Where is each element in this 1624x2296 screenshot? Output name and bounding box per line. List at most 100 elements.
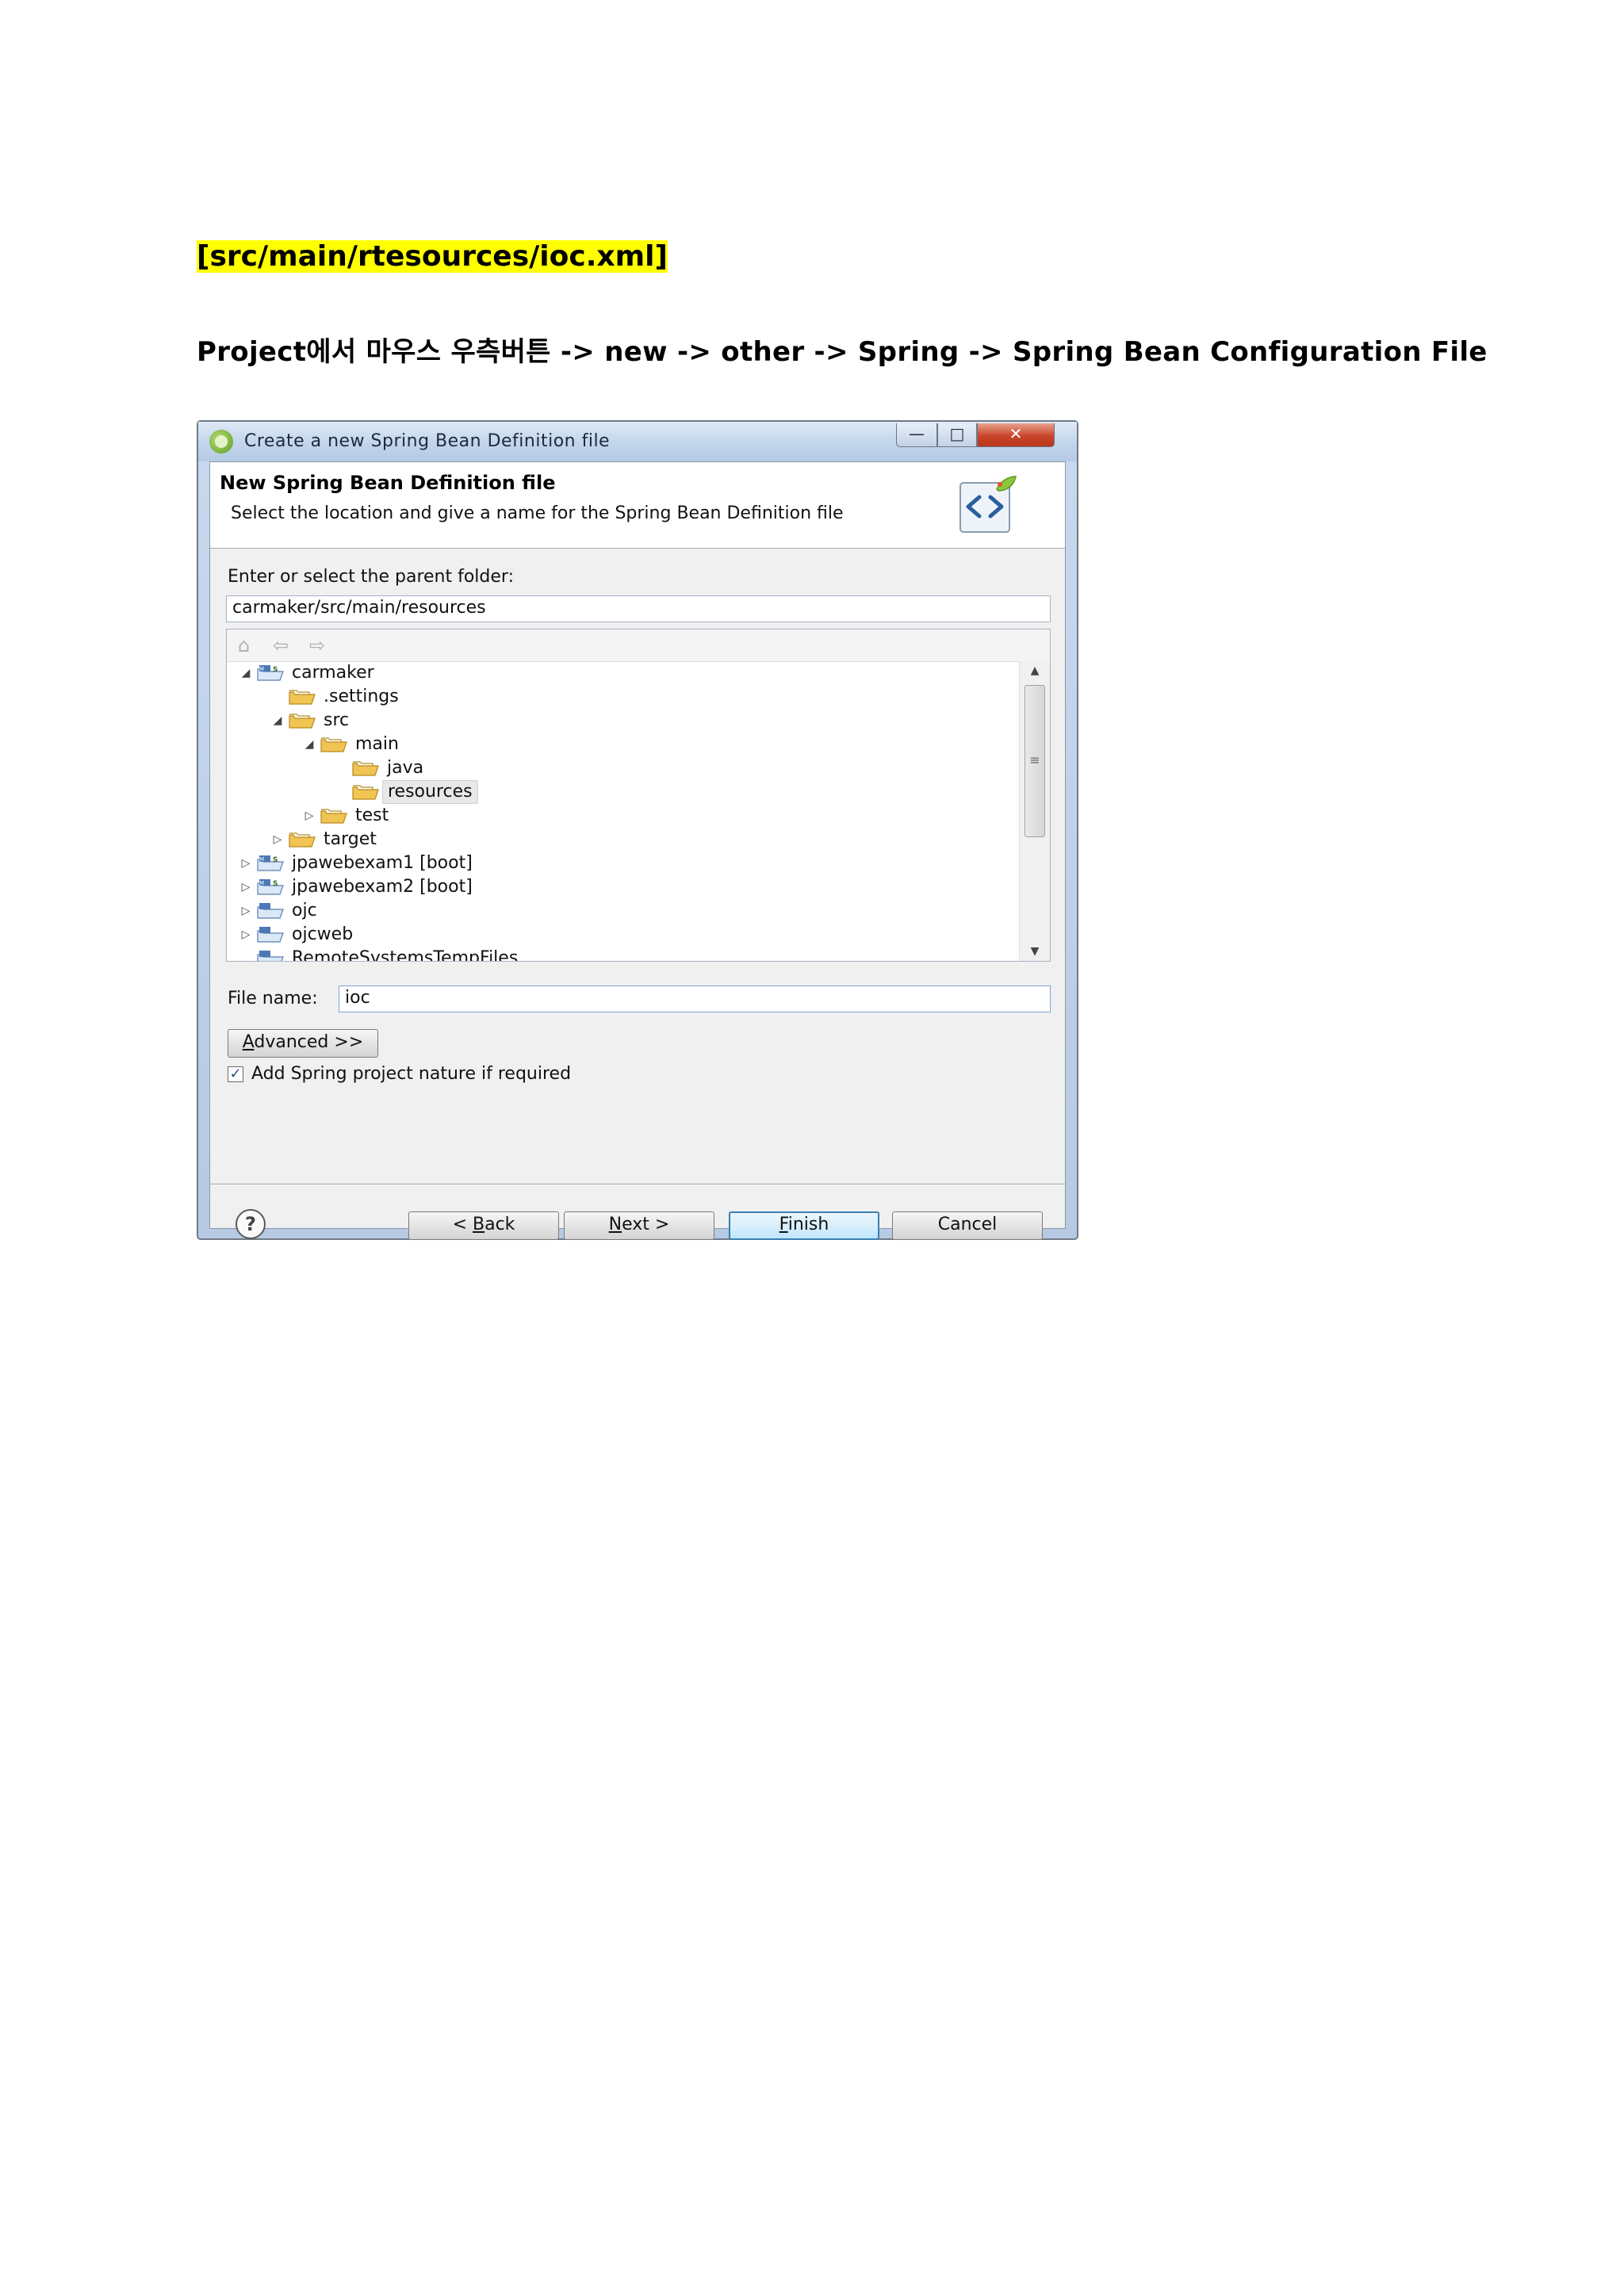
back-label: ack: [485, 1215, 515, 1234]
expanded-arrow-icon[interactable]: ◢: [303, 733, 316, 756]
tree-item-label: src: [324, 710, 350, 730]
minimize-button[interactable]: —: [896, 423, 937, 447]
forward-arrow-icon[interactable]: ⇨: [309, 636, 325, 655]
svg-text:S: S: [273, 666, 278, 674]
tree-item-label: java: [387, 758, 424, 778]
highlighted-path: [src/main/rtesources/ioc.xml]: [197, 240, 668, 273]
next-button[interactable]: Next >: [564, 1211, 714, 1240]
maven-spring-project-icon: SM: [257, 664, 284, 682]
expanded-arrow-icon[interactable]: ◢: [271, 709, 284, 733]
advanced-label: dvanced >>: [254, 1032, 364, 1052]
tree-item-label: jpawebexam2 [boot]: [292, 877, 473, 897]
tree-row[interactable]: ◢ src: [227, 709, 1020, 733]
collapsed-arrow-icon[interactable]: ▷: [239, 899, 252, 923]
back-prefix: <: [452, 1215, 473, 1234]
file-name-label: File name:: [228, 989, 318, 1008]
tree-toolbar: ⌂ ⇦ ⇨: [227, 629, 1050, 662]
tree-row[interactable]: ▷ ojc: [227, 899, 1020, 923]
collapsed-arrow-icon[interactable]: ▷: [239, 875, 252, 899]
tree-row[interactable]: ◢ S Mcarmaker: [227, 661, 1020, 685]
tree-row[interactable]: ▷ S Mjpawebexam2 [boot]: [227, 875, 1020, 899]
tree-scrollbar[interactable]: ▲ ≡ ▼: [1019, 661, 1050, 961]
wizard-banner: New Spring Bean Definition file Select t…: [210, 462, 1065, 549]
tree-item-label: resources: [382, 780, 478, 804]
tree-row[interactable]: ▷ target: [227, 828, 1020, 851]
tree-item-label: test: [355, 806, 389, 825]
dialog-title: Create a new Spring Bean Definition file: [244, 431, 611, 451]
close-button[interactable]: ✕: [977, 423, 1055, 447]
tree-item-label: ojcweb: [292, 924, 354, 944]
back-button[interactable]: < Back: [408, 1211, 559, 1240]
svg-text:M: M: [259, 880, 264, 886]
svg-text:S: S: [273, 880, 278, 888]
dialog-client-area: New Spring Bean Definition file Select t…: [209, 461, 1066, 1240]
collapsed-arrow-icon[interactable]: ▷: [303, 804, 316, 828]
collapsed-arrow-icon[interactable]: ▷: [239, 923, 252, 947]
back-arrow-icon[interactable]: ⇦: [273, 636, 289, 655]
tree-row[interactable]: ▷ S Mjpawebexam1 [boot]: [227, 851, 1020, 875]
tree-row[interactable]: resources: [227, 780, 1020, 804]
tree-row[interactable]: .settings: [227, 685, 1020, 709]
tree-row[interactable]: RemoteSystemsTempFiles: [227, 947, 1020, 961]
advanced-button[interactable]: Advanced >>: [228, 1029, 378, 1058]
folder-tree: ◢ S Mcarmaker .settings ◢ src ◢ main java resourc…: [227, 661, 1020, 961]
finish-mnemonic: F: [779, 1215, 788, 1234]
scroll-down-icon[interactable]: ▼: [1020, 942, 1050, 961]
spring-nature-checkbox[interactable]: ✓: [228, 1066, 243, 1082]
spring-app-icon: [209, 430, 233, 453]
tree-item-label: main: [355, 734, 399, 754]
folder-icon: [320, 807, 347, 825]
maven-spring-project-icon: SM: [257, 855, 284, 872]
back-mnemonic: B: [473, 1215, 485, 1234]
svg-text:M: M: [259, 666, 264, 672]
project-icon: [257, 926, 284, 943]
folder-icon: [352, 783, 379, 801]
tree-item-label: jpawebexam1 [boot]: [292, 853, 473, 873]
collapsed-arrow-icon[interactable]: ▷: [239, 851, 252, 875]
tree-item-label: carmaker: [292, 663, 374, 683]
maximize-button[interactable]: □: [937, 423, 977, 447]
spring-nature-label: Add Spring project nature if required: [251, 1064, 572, 1084]
svg-text:M: M: [259, 856, 264, 863]
folder-icon: [289, 688, 316, 706]
tree-row[interactable]: ▷ test: [227, 804, 1020, 828]
home-icon[interactable]: ⌂: [238, 636, 250, 655]
finish-button[interactable]: Finish: [729, 1211, 879, 1240]
tree-row[interactable]: java: [227, 756, 1020, 780]
next-mnemonic: N: [608, 1215, 622, 1234]
folder-icon: [352, 760, 379, 777]
tree-row[interactable]: ▷ ojcweb: [227, 923, 1020, 947]
cancel-button[interactable]: Cancel: [892, 1211, 1043, 1240]
expanded-arrow-icon[interactable]: ◢: [239, 661, 252, 685]
help-icon[interactable]: ?: [236, 1209, 266, 1239]
grip-icon: ≡: [1029, 752, 1040, 767]
folder-tree-panel: ⌂ ⇦ ⇨ ◢ S Mcarmaker .settings ◢ src ◢ main java r…: [226, 629, 1051, 962]
folder-icon: [289, 712, 316, 729]
advanced-mnemonic: A: [242, 1032, 255, 1052]
wizard-title: New Spring Bean Definition file: [220, 472, 556, 494]
folder-icon: [289, 831, 316, 848]
project-icon: [257, 902, 284, 920]
scroll-up-icon[interactable]: ▲: [1020, 661, 1050, 680]
tree-item-label: .settings: [324, 687, 399, 706]
dialog-titlebar[interactable]: Create a new Spring Bean Definition file…: [198, 422, 1077, 461]
parent-folder-label: Enter or select the parent folder:: [228, 567, 514, 587]
scrollbar-thumb[interactable]: ≡: [1025, 685, 1045, 837]
tree-item-label: RemoteSystemsTempFiles: [292, 948, 519, 961]
folder-icon: [320, 736, 347, 753]
document-instruction: Project에서 마우스 우측버튼 -> new -> other -> Sp…: [197, 336, 1488, 368]
wizard-description: Select the location and give a name for …: [231, 503, 844, 523]
svg-text:S: S: [273, 856, 278, 864]
document-heading: [src/main/rtesources/ioc.xml]: [197, 235, 668, 279]
tree-item-label: ojc: [292, 901, 317, 920]
spring-bean-file-icon: [959, 476, 1017, 533]
new-spring-bean-dialog: Create a new Spring Bean Definition file…: [197, 420, 1078, 1240]
maven-spring-project-icon: SM: [257, 878, 284, 896]
tree-row[interactable]: ◢ main: [227, 733, 1020, 756]
open-project-icon: [257, 950, 284, 961]
tree-item-label: target: [324, 829, 377, 849]
collapsed-arrow-icon[interactable]: ▷: [271, 828, 284, 851]
parent-folder-input[interactable]: carmaker/src/main/resources: [226, 595, 1051, 622]
next-label: ext >: [622, 1215, 670, 1234]
file-name-input[interactable]: ioc: [339, 985, 1051, 1012]
